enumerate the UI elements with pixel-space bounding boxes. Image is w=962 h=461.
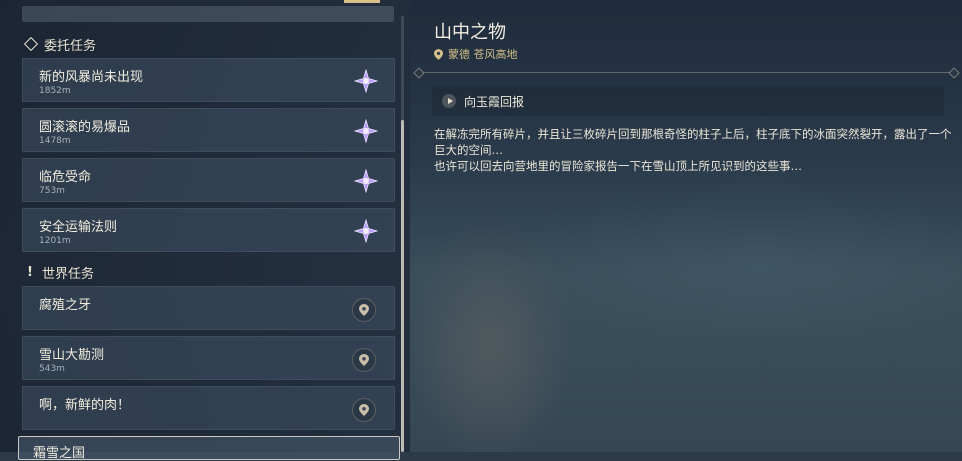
top-accent-line xyxy=(344,0,380,3)
quest-location: 蒙德 苍风高地 xyxy=(434,46,518,62)
commission-section-header: 委托任务 xyxy=(23,34,97,54)
diamond-icon xyxy=(23,36,39,52)
quest-item-selected[interactable]: 霜雪之国 xyxy=(18,436,400,461)
quest-distance: 543m xyxy=(39,364,65,374)
scrollbar-thumb[interactable] xyxy=(401,120,404,452)
description-line: 在解冻完所有碎片，并且让三枚碎片回到那根奇怪的柱子上后，柱子底下的冰面突然裂开，… xyxy=(434,127,952,157)
quest-name: 啊，新鲜的肉！ xyxy=(39,398,131,413)
world-section-title: 世界任务 xyxy=(42,266,95,282)
quest-distance: 753m xyxy=(39,186,65,196)
map-pin-icon[interactable] xyxy=(352,298,376,322)
purple-star-icon xyxy=(354,119,378,143)
quest-detail-panel xyxy=(410,0,962,452)
quest-name: 腐殖之牙 xyxy=(39,298,92,313)
quest-location-text: 蒙德 苍风高地 xyxy=(448,48,518,61)
purple-star-icon xyxy=(354,219,378,243)
quest-name: 安全运输法则 xyxy=(39,220,118,235)
detail-divider xyxy=(418,72,954,73)
quest-item-commission-3[interactable]: 安全运输法则 1201m xyxy=(22,208,395,252)
quest-distance: 1201m xyxy=(39,236,71,246)
map-pin-icon[interactable] xyxy=(352,398,376,422)
quest-name: 新的风暴尚未出现 xyxy=(39,70,144,85)
quest-distance: 1478m xyxy=(39,136,71,146)
quest-name: 圆滚滚的易爆品 xyxy=(39,120,131,135)
quest-item-commission-0[interactable]: 新的风暴尚未出现 1852m xyxy=(22,58,395,102)
partial-list-item-top[interactable] xyxy=(22,6,394,22)
exclamation-icon: ! xyxy=(27,264,33,280)
world-section-header: ! 世界任务 xyxy=(26,262,94,282)
quest-detail-title: 山中之物 xyxy=(434,22,506,43)
description-line: 也许可以回去向营地里的冒险家报告一下在雪山顶上所见识到的这些事… xyxy=(434,159,802,173)
quest-step: 向玉霞回报 xyxy=(432,86,944,116)
quest-name: 雪山大勘测 xyxy=(39,348,105,363)
quest-item-world-1[interactable]: 雪山大勘测 543m xyxy=(22,336,395,380)
quest-step-label: 向玉霞回报 xyxy=(464,94,525,109)
quest-item-commission-1[interactable]: 圆滚滚的易爆品 1478m xyxy=(22,108,395,152)
map-pin-icon[interactable] xyxy=(352,348,376,372)
quest-description: 在解冻完所有碎片，并且让三枚碎片回到那根奇怪的柱子上后，柱子底下的冰面突然裂开，… xyxy=(434,126,954,174)
quest-item-commission-2[interactable]: 临危受命 753m xyxy=(22,158,395,202)
purple-star-icon xyxy=(354,169,378,193)
quest-item-world-0[interactable]: 腐殖之牙 xyxy=(22,286,395,330)
commission-section-title: 委托任务 xyxy=(44,38,97,54)
quest-distance: 1852m xyxy=(39,86,71,96)
purple-star-icon xyxy=(354,69,378,93)
location-pin-icon xyxy=(434,48,443,60)
quest-name: 临危受命 xyxy=(39,170,92,185)
play-icon xyxy=(442,94,456,108)
quest-item-world-2[interactable]: 啊，新鲜的肉！ xyxy=(22,386,395,430)
